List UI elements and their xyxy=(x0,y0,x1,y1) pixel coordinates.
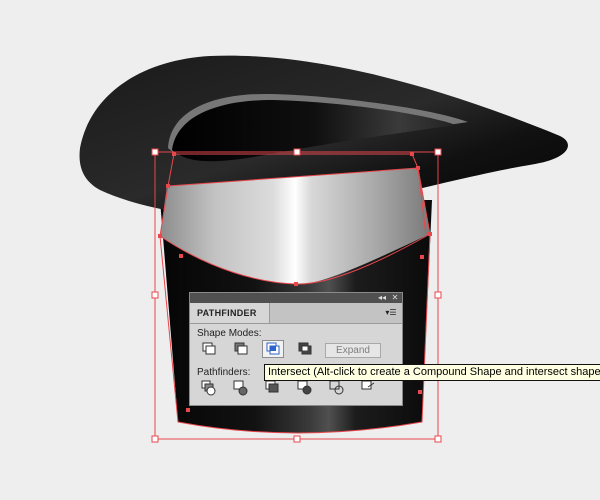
pathfinders-label: Pathfinders: xyxy=(197,367,251,378)
crop-icon xyxy=(297,380,312,395)
tooltip: Intersect (Alt-click to create a Compoun… xyxy=(264,364,600,381)
trim-button[interactable] xyxy=(230,379,252,397)
minus-back-button[interactable] xyxy=(358,379,380,397)
exclude-icon xyxy=(298,342,312,355)
close-icon[interactable]: ✕ xyxy=(389,293,401,303)
unite-icon xyxy=(202,342,216,355)
outline-icon xyxy=(329,380,344,395)
merge-icon xyxy=(265,380,279,393)
unite-button[interactable] xyxy=(198,340,220,358)
outline-button[interactable] xyxy=(326,379,348,397)
shape-modes-label: Shape Modes: xyxy=(197,328,262,339)
expand-button[interactable]: Expand xyxy=(325,343,381,358)
panel-tab-row: PATHFINDER ▾☰ xyxy=(190,303,402,324)
exclude-button[interactable] xyxy=(294,340,316,358)
artboard-canvas[interactable] xyxy=(0,0,600,500)
tab-pathfinder[interactable]: PATHFINDER xyxy=(190,303,270,323)
divide-icon xyxy=(201,380,216,396)
trim-icon xyxy=(233,380,248,396)
pathfinder-panel: ◂◂ ✕ PATHFINDER ▾☰ Shape Modes: Expand P… xyxy=(189,292,403,406)
intersect-icon xyxy=(266,342,280,355)
minus-front-button[interactable] xyxy=(230,340,252,358)
panel-menu-icon[interactable]: ▾☰ xyxy=(384,308,398,318)
minus-front-icon xyxy=(234,342,248,355)
minus-back-icon xyxy=(361,380,375,390)
panel-title-bar[interactable]: ◂◂ ✕ xyxy=(190,293,402,303)
double-chevron-left-icon[interactable]: ◂◂ xyxy=(376,293,388,303)
crop-button[interactable] xyxy=(294,379,316,397)
divide-button[interactable] xyxy=(198,379,220,397)
intersect-button[interactable] xyxy=(262,340,284,358)
merge-button[interactable] xyxy=(262,379,284,397)
